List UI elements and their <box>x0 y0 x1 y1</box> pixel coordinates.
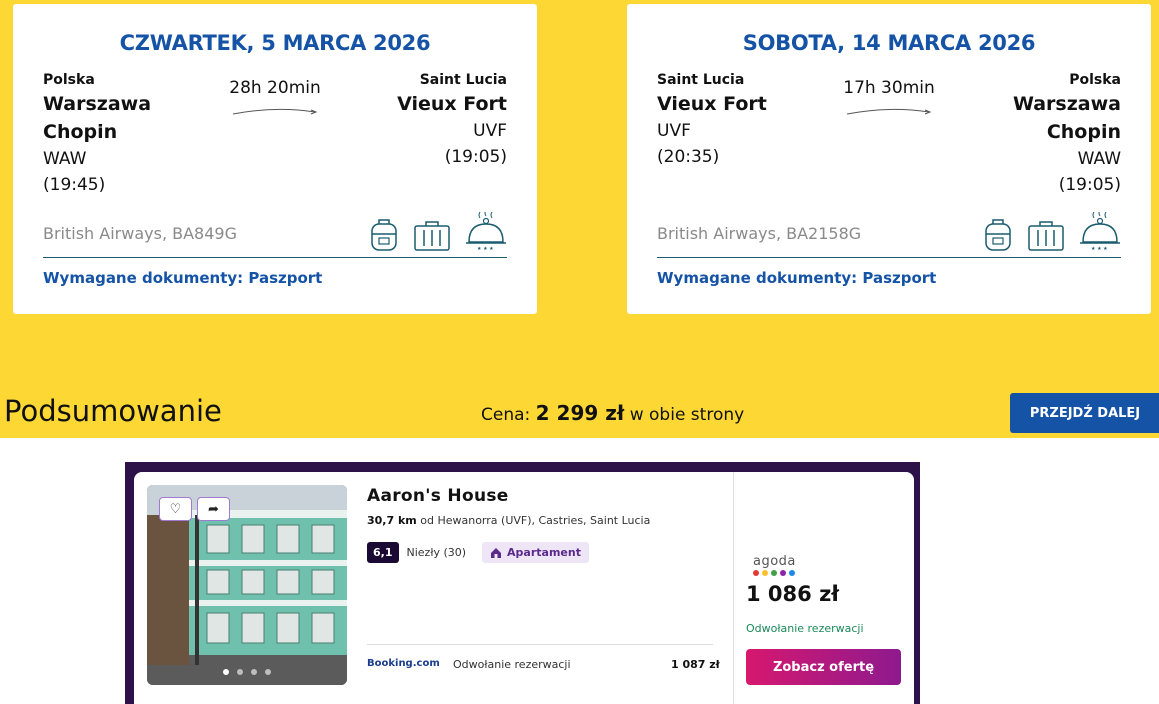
required-documents: Wymagane dokumenty: Paszport <box>43 269 323 287</box>
arrival-city: Warszawa Chopin <box>1012 93 1121 143</box>
divider <box>43 257 507 258</box>
suitcase-icon <box>1027 220 1065 256</box>
hotel-offer-frame: ♡ ➦ Aaron's House 30,7 km od Hewanorra (… <box>125 462 920 704</box>
next-button[interactable]: PRZEJDŹ DALEJ <box>1010 393 1159 433</box>
svg-text:★ ★ ★: ★ ★ ★ <box>477 246 494 252</box>
flight-date: SOBOTA, 14 MARCA 2026 <box>742 31 1036 55</box>
booking-logo: Booking.com <box>367 658 440 669</box>
outbound-flight-card: CZWARTEK, 5 MARCA 2026 Polska Warszawa C… <box>13 4 537 314</box>
carousel-dot[interactable] <box>265 669 271 675</box>
arrival-city: Vieux Fort <box>397 93 507 115</box>
departure-city: Warszawa Chopin <box>43 93 152 143</box>
distance-value: 30,7 km <box>367 514 417 527</box>
divider <box>367 644 713 645</box>
baggage-icons: ★ ★ ★ <box>983 209 1121 256</box>
divider <box>733 472 734 704</box>
inbound-flight-card: SOBOTA, 14 MARCA 2026 Saint Lucia Vieux … <box>627 4 1151 314</box>
hotel-offer-card[interactable]: ♡ ➦ Aaron's House 30,7 km od Hewanorra (… <box>134 472 914 704</box>
house-icon <box>491 547 502 558</box>
airline-info: British Airways, BA2158G <box>657 224 862 243</box>
divider <box>657 257 1121 258</box>
share-button[interactable]: ➦ <box>197 497 230 521</box>
backpack-icon <box>983 216 1013 256</box>
hotel-rating: 6,1 Niezły (30) Apartament <box>367 542 589 563</box>
flight-arrow-icon <box>846 108 932 115</box>
agoda-dots-icon <box>753 570 796 576</box>
arrival-code: WAW <box>1077 149 1121 169</box>
required-documents: Wymagane dokumenty: Paszport <box>657 269 937 287</box>
suitcase-icon <box>413 220 451 256</box>
summary-title: Podsumowanie <box>4 394 222 428</box>
price-value: 2 299 zł <box>535 401 625 425</box>
airline-info: British Airways, BA849G <box>43 224 237 243</box>
price-suffix: w obie strony <box>629 405 745 425</box>
property-type: Apartament <box>507 546 581 559</box>
heart-icon: ♡ <box>169 501 182 517</box>
photo-carousel-dots <box>147 669 347 675</box>
backpack-icon <box>369 216 399 256</box>
carousel-dot[interactable] <box>223 669 229 675</box>
property-type-badge: Apartament <box>482 542 589 563</box>
departure-code: UVF <box>657 121 691 141</box>
svg-text:★ ★ ★: ★ ★ ★ <box>1091 246 1108 252</box>
arrival-info: Polska Warszawa Chopin WAW (19:05) <box>1011 72 1121 198</box>
flight-arrow-icon <box>232 108 318 115</box>
hotel-name[interactable]: Aaron's House <box>367 486 509 506</box>
agoda-logo: agoda <box>753 554 796 576</box>
favorite-button[interactable]: ♡ <box>159 497 192 521</box>
share-icon: ➦ <box>208 501 219 517</box>
flight-date: CZWARTEK, 5 MARCA 2026 <box>119 31 431 55</box>
see-offer-button[interactable]: Zobacz ofertę <box>746 649 901 685</box>
hotel-photo[interactable]: ♡ ➦ <box>147 485 347 685</box>
carousel-dot[interactable] <box>237 669 243 675</box>
arrival-country: Saint Lucia <box>419 72 507 88</box>
best-price: 1 086 zł <box>746 582 840 606</box>
arrival-info: Saint Lucia Vieux Fort UVF (19:05) <box>397 72 507 170</box>
rating-score: 6,1 <box>367 542 399 563</box>
agoda-logo-text: agoda <box>753 554 796 569</box>
departure-time: (19:45) <box>43 175 106 195</box>
departure-time: (20:35) <box>657 147 720 167</box>
meal-icon: ★ ★ ★ <box>465 209 507 256</box>
arrival-code: UVF <box>473 121 507 141</box>
baggage-icons: ★ ★ ★ <box>369 209 507 256</box>
arrival-country: Polska <box>1069 72 1121 88</box>
distance-description: od Hewanorra (UVF), Castries, Saint Luci… <box>420 514 651 527</box>
booking-price[interactable]: 1 087 zł <box>671 658 720 671</box>
arrival-time: (19:05) <box>1058 175 1121 195</box>
rating-text: Niezły (30) <box>406 546 467 559</box>
booking-cancellation: Odwołanie rezerwacji <box>453 658 571 671</box>
price-label: Cena: <box>481 405 531 425</box>
arrival-time: (19:05) <box>444 147 507 167</box>
total-price: Cena: 2 299 zł w obie strony <box>481 401 744 425</box>
carousel-dot[interactable] <box>251 669 257 675</box>
hotel-distance: 30,7 km od Hewanorra (UVF), Castries, Sa… <box>367 514 650 527</box>
meal-icon: ★ ★ ★ <box>1079 209 1121 256</box>
departure-code: WAW <box>43 149 87 169</box>
free-cancellation: Odwołanie rezerwacji <box>746 622 864 635</box>
